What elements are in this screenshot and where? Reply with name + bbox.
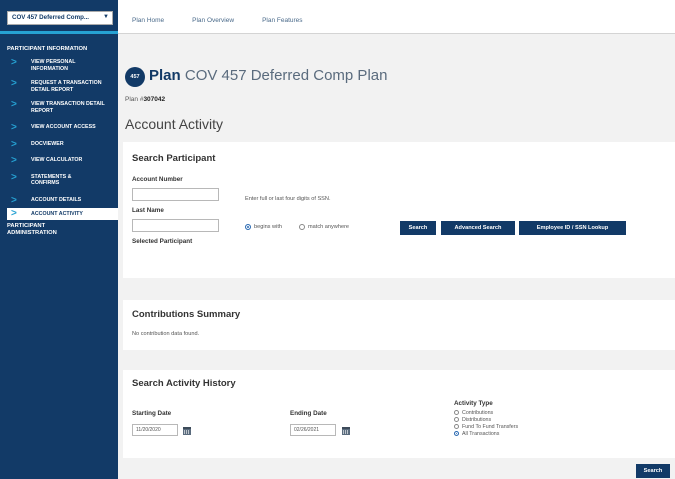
chevron-right-icon: > xyxy=(11,208,17,219)
radio-button[interactable] xyxy=(299,224,305,230)
plan-title-prefix: Plan xyxy=(149,67,181,84)
sidebar-heading-participant-info: PARTICIPANT INFORMATION xyxy=(7,46,88,52)
activity-type-option-label: Distributions xyxy=(462,416,492,423)
sidebar-item-label: ACCOUNT ACTIVITY xyxy=(31,211,83,217)
sidebar-item-label: VIEW CALCULATOR xyxy=(31,157,83,163)
activity-type-option-label: All Transactions xyxy=(462,430,500,437)
match-anywhere-label: match anywhere xyxy=(308,224,350,230)
sidebar-item-label: ACCOUNT DETAILS xyxy=(31,196,82,203)
sidebar-item-account-details[interactable]: > ACCOUNT DETAILS xyxy=(0,194,118,206)
search-participant-title: Search Participant xyxy=(132,153,216,164)
radio-button[interactable] xyxy=(454,424,459,429)
sidebar-item-label: VIEW ACCOUNT ACCESS xyxy=(31,124,96,130)
search-activity-history-card: Search Activity History Starting Date 11… xyxy=(123,370,675,458)
nav-plan-home[interactable]: Plan Home xyxy=(132,17,164,24)
starting-date-label: Starting Date xyxy=(132,410,172,417)
last-name-input[interactable] xyxy=(132,219,219,232)
sidebar-item-view-personal-information[interactable]: > VIEW PERSONAL INFORMATION xyxy=(0,57,118,72)
activity-type-option-label: Contributions xyxy=(462,409,494,416)
radio-button[interactable] xyxy=(454,417,459,422)
search-participant-card: Search Participant Account Number Last N… xyxy=(123,142,675,278)
chevron-right-icon: > xyxy=(11,78,17,89)
sidebar-item-view-transaction-report[interactable]: > VIEW TRANSACTION DETAIL REPORT xyxy=(0,99,118,114)
radio-button[interactable] xyxy=(245,224,251,230)
calendar-icon[interactable] xyxy=(342,427,350,435)
activity-type-all-transactions[interactable]: All Transactions xyxy=(454,430,518,437)
ending-date-input[interactable]: 02/26/2021 xyxy=(290,424,336,436)
chevron-right-icon: > xyxy=(11,57,17,68)
plan-title-name: COV 457 Deferred Comp Plan xyxy=(184,67,388,84)
sidebar-item-label: DOCVIEWER xyxy=(31,140,64,147)
activity-type-distributions[interactable]: Distributions xyxy=(454,416,518,423)
sidebar-item-view-calculator[interactable]: > VIEW CALCULATOR xyxy=(0,155,118,166)
radio-button[interactable] xyxy=(454,431,459,436)
sidebar-item-label: REQUEST A TRANSACTION DETAIL REPORT xyxy=(31,80,102,93)
chevron-right-icon: > xyxy=(11,155,17,166)
sidebar-item-account-activity[interactable]: > ACCOUNT ACTIVITY xyxy=(7,208,118,220)
sidebar-heading-participant-admin[interactable]: PARTICIPANT ADMINISTRATION xyxy=(0,223,118,237)
plan-number-value: 307042 xyxy=(143,96,166,103)
top-bar: COV 457 Deferred Comp... ▼ Plan Home Pla… xyxy=(0,0,675,34)
plan-number: Plan #307042 xyxy=(125,96,165,103)
sidebar-item-label: VIEW TRANSACTION DETAIL REPORT xyxy=(31,101,105,114)
main-content: 457 Plan COV 457 Deferred Comp Plan Plan… xyxy=(118,34,675,479)
nav-plan-overview[interactable]: Plan Overview xyxy=(192,17,234,24)
account-number-label: Account Number xyxy=(132,176,183,183)
nav-plan-features[interactable]: Plan Features xyxy=(262,17,302,24)
sidebar: PARTICIPANT INFORMATION > VIEW PERSONAL … xyxy=(0,34,118,479)
match-begins-with[interactable]: begins with xyxy=(245,224,282,230)
plan-number-label: Plan # xyxy=(125,96,144,103)
history-search-button[interactable]: Search xyxy=(636,464,670,478)
plan-selector-label: COV 457 Deferred Comp... xyxy=(12,14,90,21)
sidebar-item-label: VIEW PERSONAL INFORMATION xyxy=(31,59,76,72)
sidebar-item-label: STATEMENTS & CONFIRMS xyxy=(31,173,72,187)
account-number-input[interactable] xyxy=(132,188,219,201)
activity-type-group: Activity Type Contributions Distribution… xyxy=(454,400,518,437)
starting-date-input[interactable]: 11/20/2020 xyxy=(132,424,178,436)
plan-title: Plan COV 457 Deferred Comp Plan xyxy=(149,67,387,84)
dropdown-caret-icon: ▼ xyxy=(103,14,109,20)
activity-type-fund-transfers[interactable]: Fund To Fund Transfers xyxy=(454,423,518,430)
match-anywhere[interactable]: match anywhere xyxy=(299,224,349,230)
activity-type-contributions[interactable]: Contributions xyxy=(454,409,518,416)
ssn-hint: Enter full or last four digits of SSN. xyxy=(245,196,331,202)
search-activity-history-title: Search Activity History xyxy=(132,378,236,389)
plan-selector-dropdown[interactable]: COV 457 Deferred Comp... ▼ xyxy=(7,11,113,25)
page-title: Account Activity xyxy=(125,116,224,132)
activity-type-label: Activity Type xyxy=(454,400,493,407)
contributions-summary-card: Contributions Summary No contribution da… xyxy=(123,300,675,350)
chevron-right-icon: > xyxy=(11,138,17,150)
radio-button[interactable] xyxy=(454,410,459,415)
chevron-right-icon: > xyxy=(11,99,17,110)
sidebar-item-statements-confirms[interactable]: > STATEMENTS & CONFIRMS xyxy=(0,171,118,187)
chevron-right-icon: > xyxy=(11,171,17,183)
search-button[interactable]: Search xyxy=(400,221,436,235)
calendar-icon[interactable] xyxy=(183,427,191,435)
plan-selector-container: COV 457 Deferred Comp... ▼ xyxy=(0,0,118,34)
employee-ssn-lookup-button[interactable]: Employee ID / SSN Lookup xyxy=(519,221,626,235)
advanced-search-button[interactable]: Advanced Search xyxy=(441,221,515,235)
chevron-right-icon: > xyxy=(11,122,17,133)
ending-date-label: Ending Date xyxy=(290,410,327,417)
sidebar-item-docviewer[interactable]: > DOCVIEWER xyxy=(0,138,118,150)
plan-logo: 457 xyxy=(125,67,145,87)
top-navigation: Plan Home Plan Overview Plan Features xyxy=(132,17,331,24)
match-begins-with-label: begins with xyxy=(254,224,282,230)
contributions-summary-title: Contributions Summary xyxy=(132,309,241,320)
last-name-label: Last Name xyxy=(132,207,164,214)
no-contribution-message: No contribution data found. xyxy=(132,331,200,337)
selected-participant-label: Selected Participant xyxy=(132,238,193,245)
sidebar-item-view-account-access[interactable]: > VIEW ACCOUNT ACCESS xyxy=(0,122,118,133)
sidebar-item-request-transaction-report[interactable]: > REQUEST A TRANSACTION DETAIL REPORT xyxy=(0,78,118,93)
chevron-right-icon: > xyxy=(11,194,17,206)
activity-type-option-label: Fund To Fund Transfers xyxy=(462,423,519,430)
